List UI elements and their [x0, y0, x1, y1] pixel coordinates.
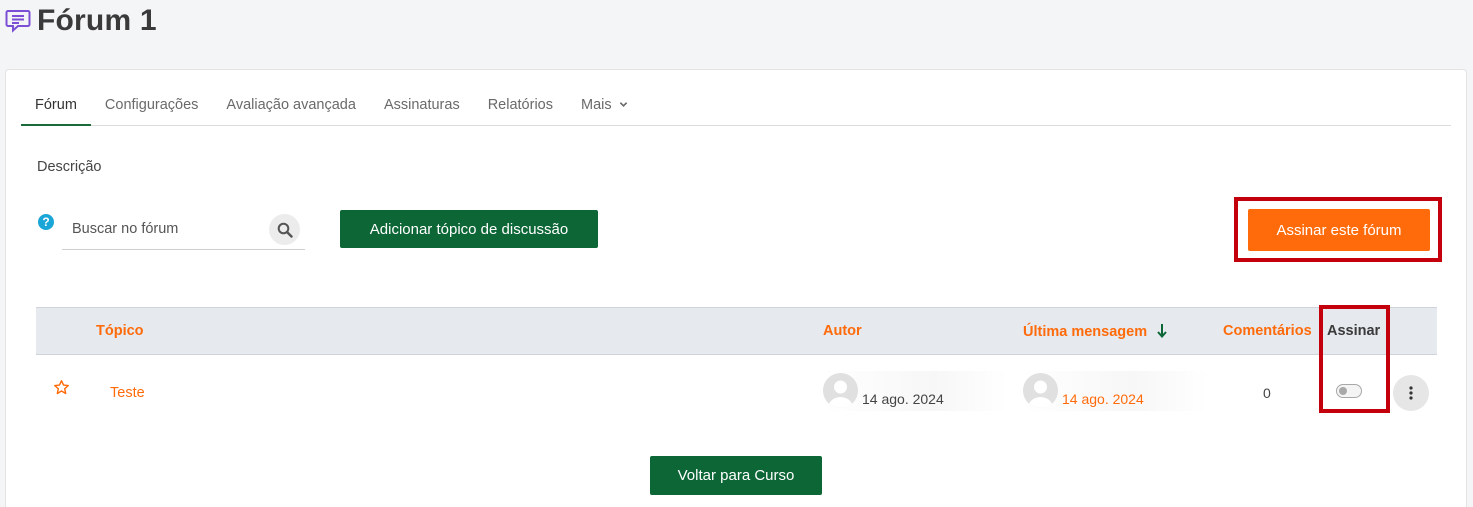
table-row: Teste 14 ago. 2024 14 ago. 2024 0	[36, 365, 1437, 420]
highlight-box-subscribe-column	[1319, 305, 1390, 413]
topic-link[interactable]: Teste	[110, 385, 145, 401]
search-icon	[277, 222, 293, 238]
last-message-date-link[interactable]: 14 ago. 2024	[1062, 391, 1144, 407]
comments-count: 0	[1263, 385, 1271, 401]
search-input[interactable]	[62, 210, 262, 248]
page-header: Fórum 1	[5, 4, 157, 38]
sort-arrow-down-icon	[1157, 323, 1167, 342]
avatar[interactable]	[823, 373, 858, 408]
tab-mais-label: Mais	[580, 97, 612, 113]
author-date: 14 ago. 2024	[862, 391, 944, 407]
header-author[interactable]: Autor	[823, 323, 862, 339]
tab-avaliacao-avancada[interactable]: Avaliação avançada	[212, 88, 370, 126]
search-button[interactable]	[269, 214, 300, 245]
tab-relatorios[interactable]: Relatórios	[474, 88, 567, 126]
tab-assinaturas[interactable]: Assinaturas	[370, 88, 474, 126]
star-icon[interactable]	[53, 379, 70, 401]
tab-forum[interactable]: Fórum	[21, 88, 91, 126]
author-cell: 14 ago. 2024	[823, 371, 1008, 411]
chevron-down-icon	[619, 97, 628, 113]
description-label: Descrição	[37, 159, 102, 175]
more-actions-button[interactable]	[1393, 375, 1429, 411]
table-header: Tópico Autor Última mensagem Comentários…	[36, 307, 1437, 355]
add-topic-button[interactable]: Adicionar tópico de discussão	[340, 210, 598, 248]
header-last-message-label: Última mensagem	[1023, 324, 1148, 340]
page-title: Fórum 1	[37, 4, 157, 37]
header-comments[interactable]: Comentários	[1223, 323, 1312, 339]
last-message-cell: 14 ago. 2024	[1023, 371, 1208, 411]
tab-configuracoes[interactable]: Configurações	[91, 88, 213, 126]
avatar[interactable]	[1023, 373, 1058, 408]
highlight-box-subscribe	[1234, 197, 1442, 262]
forum-tabs: Fórum Configurações Avaliação avançada A…	[21, 88, 1451, 126]
tab-mais[interactable]: Mais	[567, 88, 642, 126]
back-to-course-button[interactable]: Voltar para Curso	[650, 456, 822, 495]
forum-card: Fórum Configurações Avaliação avançada A…	[5, 69, 1467, 507]
help-icon[interactable]: ?	[38, 214, 54, 230]
header-topic[interactable]: Tópico	[96, 323, 144, 339]
header-last-message[interactable]: Última mensagem	[1023, 323, 1167, 342]
forum-icon	[5, 8, 31, 34]
search-box	[62, 210, 305, 250]
kebab-menu-icon	[1409, 386, 1413, 400]
